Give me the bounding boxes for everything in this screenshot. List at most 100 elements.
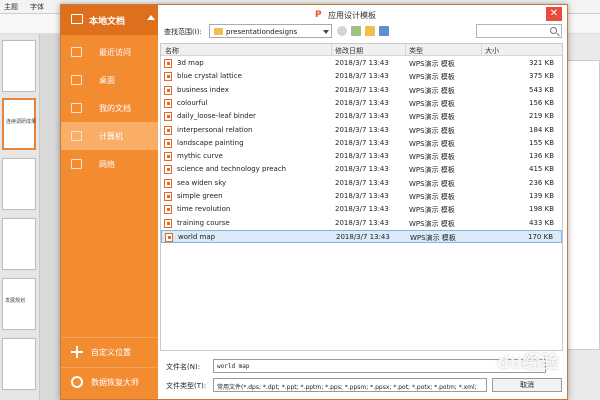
file-modified: 2018/3/7 13:43 <box>335 59 389 67</box>
sidebar-item-computer[interactable]: 计算机 <box>61 122 158 150</box>
template-file-icon <box>164 192 172 201</box>
chevron-down-icon <box>323 30 329 34</box>
filename-label: 文件名(N): <box>166 363 201 371</box>
look-in-select[interactable]: presentationdesigns <box>209 24 332 38</box>
file-size: 433 KB <box>529 218 554 227</box>
file-modified: 2018/3/7 13:43 <box>335 205 389 214</box>
back-icon[interactable] <box>337 26 347 36</box>
file-name: time revolution <box>177 205 231 214</box>
sidebar-item-label: 网络 <box>99 160 115 169</box>
search-input[interactable] <box>476 24 562 38</box>
sidebar-item-desktop[interactable]: 桌面 <box>61 66 158 94</box>
file-size: 139 KB <box>529 192 554 200</box>
template-file-icon <box>164 112 172 122</box>
slide-thumbnail[interactable]: 发展规划 <box>2 278 36 330</box>
column-header-type[interactable]: 类型 <box>409 46 423 56</box>
caret-up-icon[interactable] <box>147 15 155 20</box>
template-file-icon <box>165 232 173 242</box>
column-header-name[interactable]: 名称 <box>165 46 179 56</box>
custom-location-button[interactable]: 自定义位置 <box>61 337 158 365</box>
file-type: WPS演示 模板 <box>409 206 455 215</box>
dialog-titlebar: P 应用设计模板 ✕ <box>158 5 568 23</box>
sidebar-item-recent[interactable]: 最近访问 <box>61 38 158 66</box>
sidebar-item-label: 桌面 <box>99 76 115 85</box>
slide-thumbnail[interactable] <box>2 40 36 92</box>
file-name: landscape painting <box>177 138 244 147</box>
file-size: 156 KB <box>529 98 554 107</box>
up-folder-icon[interactable] <box>351 26 361 36</box>
file-list: 名称 修改日期 类型 大小 3d map 2018/3/7 13:43 WPS演示 … <box>160 43 563 351</box>
view-menu-icon[interactable] <box>379 26 389 36</box>
template-file-icon <box>164 165 172 175</box>
custom-location-label: 自定义位置 <box>91 348 131 357</box>
column-divider[interactable] <box>331 44 332 56</box>
template-file-icon <box>164 152 172 162</box>
file-row[interactable]: 3d map 2018/3/7 13:43 WPS演示 模板 321 KB <box>161 57 562 70</box>
computer-icon <box>71 131 82 141</box>
template-file-icon <box>164 72 172 82</box>
file-row[interactable]: science and technology preach 2018/3/7 13… <box>161 163 562 176</box>
theme-menu[interactable]: 主题 <box>4 2 18 12</box>
file-row[interactable]: training course 2018/3/7 13:43 WPS演示 模板 433… <box>161 217 562 230</box>
file-size: 321 KB <box>529 59 554 67</box>
column-divider[interactable] <box>405 44 406 56</box>
look-in-label: 查找范围(I): <box>164 28 202 36</box>
clock-icon <box>71 47 82 57</box>
column-divider[interactable] <box>481 44 482 56</box>
file-size: 219 KB <box>529 112 554 121</box>
file-modified: 2018/3/7 13:43 <box>335 218 389 227</box>
filename-value: world map <box>217 363 250 370</box>
file-row[interactable]: mythic curve 2018/3/7 13:43 WPS演示 模板 136 KB <box>161 150 562 163</box>
file-row[interactable]: blue crystal lattice 2018/3/7 13:43 WPS演示 … <box>161 70 562 83</box>
slide-thumbnail-panel: 连续调研成果 发展规划 <box>0 34 40 400</box>
file-name: mythic curve <box>177 152 223 161</box>
cancel-button[interactable]: 取消 <box>492 378 562 392</box>
desktop-icon <box>71 75 82 85</box>
column-header-modified[interactable]: 修改日期 <box>335 46 363 56</box>
sidebar-title: 本地文档 <box>89 17 126 27</box>
template-file-icon <box>164 205 172 215</box>
file-row[interactable]: daily_loose-leaf binder 2018/3/7 13:43 WPS… <box>161 110 562 123</box>
file-row[interactable]: interpersonal relation 2018/3/7 13:43 WPS演… <box>161 124 562 137</box>
file-type: WPS演示 模板 <box>410 233 456 242</box>
look-in-value: presentationdesigns <box>226 28 298 36</box>
file-name: blue crystal lattice <box>177 72 242 81</box>
slide-thumbnail[interactable] <box>2 338 36 390</box>
sidebar-item-my-documents[interactable]: 我的文档 <box>61 94 158 122</box>
folder-icon <box>214 28 223 35</box>
filetype-value: 常用文件(*.dps; *.dpt; *.ppt; *.pptm; *.pps;… <box>217 384 477 391</box>
file-name: colourful <box>177 98 208 107</box>
file-modified: 2018/3/7 13:43 <box>335 165 389 174</box>
file-row[interactable]: sea widen sky 2018/3/7 13:43 WPS演示 模板 236 K… <box>161 177 562 190</box>
file-name: sea widen sky <box>177 178 227 187</box>
file-type: WPS演示 模板 <box>409 99 455 108</box>
file-row[interactable]: simple green 2018/3/7 13:43 WPS演示 模板 139 KB <box>161 190 562 203</box>
font-menu[interactable]: 字体 <box>30 2 44 12</box>
column-header-size[interactable]: 大小 <box>485 46 499 56</box>
file-modified: 2018/3/7 13:43 <box>335 152 389 161</box>
filetype-select[interactable]: 常用文件(*.dps; *.dpt; *.ppt; *.pptm; *.pps;… <box>213 378 487 392</box>
slide-thumbnail[interactable] <box>2 218 36 270</box>
sidebar-item-network[interactable]: 网络 <box>61 150 158 178</box>
file-type: WPS演示 模板 <box>409 86 455 95</box>
slide-thumbnail[interactable]: 连续调研成果 <box>2 98 36 150</box>
file-type: WPS演示 模板 <box>409 126 455 135</box>
new-folder-icon[interactable] <box>365 26 375 36</box>
file-modified: 2018/3/7 13:43 <box>336 232 390 241</box>
slide-thumbnail[interactable] <box>2 158 36 210</box>
file-row[interactable]: business index 2018/3/7 13:43 WPS演示 模板 543 … <box>161 84 562 97</box>
file-row[interactable]: colourful 2018/3/7 13:43 WPS演示 模板 156 KB <box>161 97 562 110</box>
file-type: WPS演示 模板 <box>409 139 455 148</box>
close-button[interactable]: ✕ <box>546 7 562 21</box>
wps-logo-icon: P <box>315 10 322 20</box>
file-row[interactable]: world map 2018/3/7 13:43 WPS演示 模板 170 KB <box>161 229 562 243</box>
thumbnail-text: 连续调研成果 <box>6 119 37 125</box>
file-type: WPS演示 模板 <box>409 73 455 82</box>
file-size: 136 KB <box>529 152 554 161</box>
plus-icon <box>71 346 83 358</box>
file-row[interactable]: time revolution 2018/3/7 13:43 WPS演示 模板 198… <box>161 203 562 216</box>
data-recovery-button[interactable]: 数据恢复大师 <box>61 367 158 395</box>
search-icon[interactable] <box>550 27 557 34</box>
file-modified: 2018/3/7 13:43 <box>335 192 389 200</box>
file-row[interactable]: landscape painting 2018/3/7 13:43 WPS演示 模板… <box>161 137 562 150</box>
